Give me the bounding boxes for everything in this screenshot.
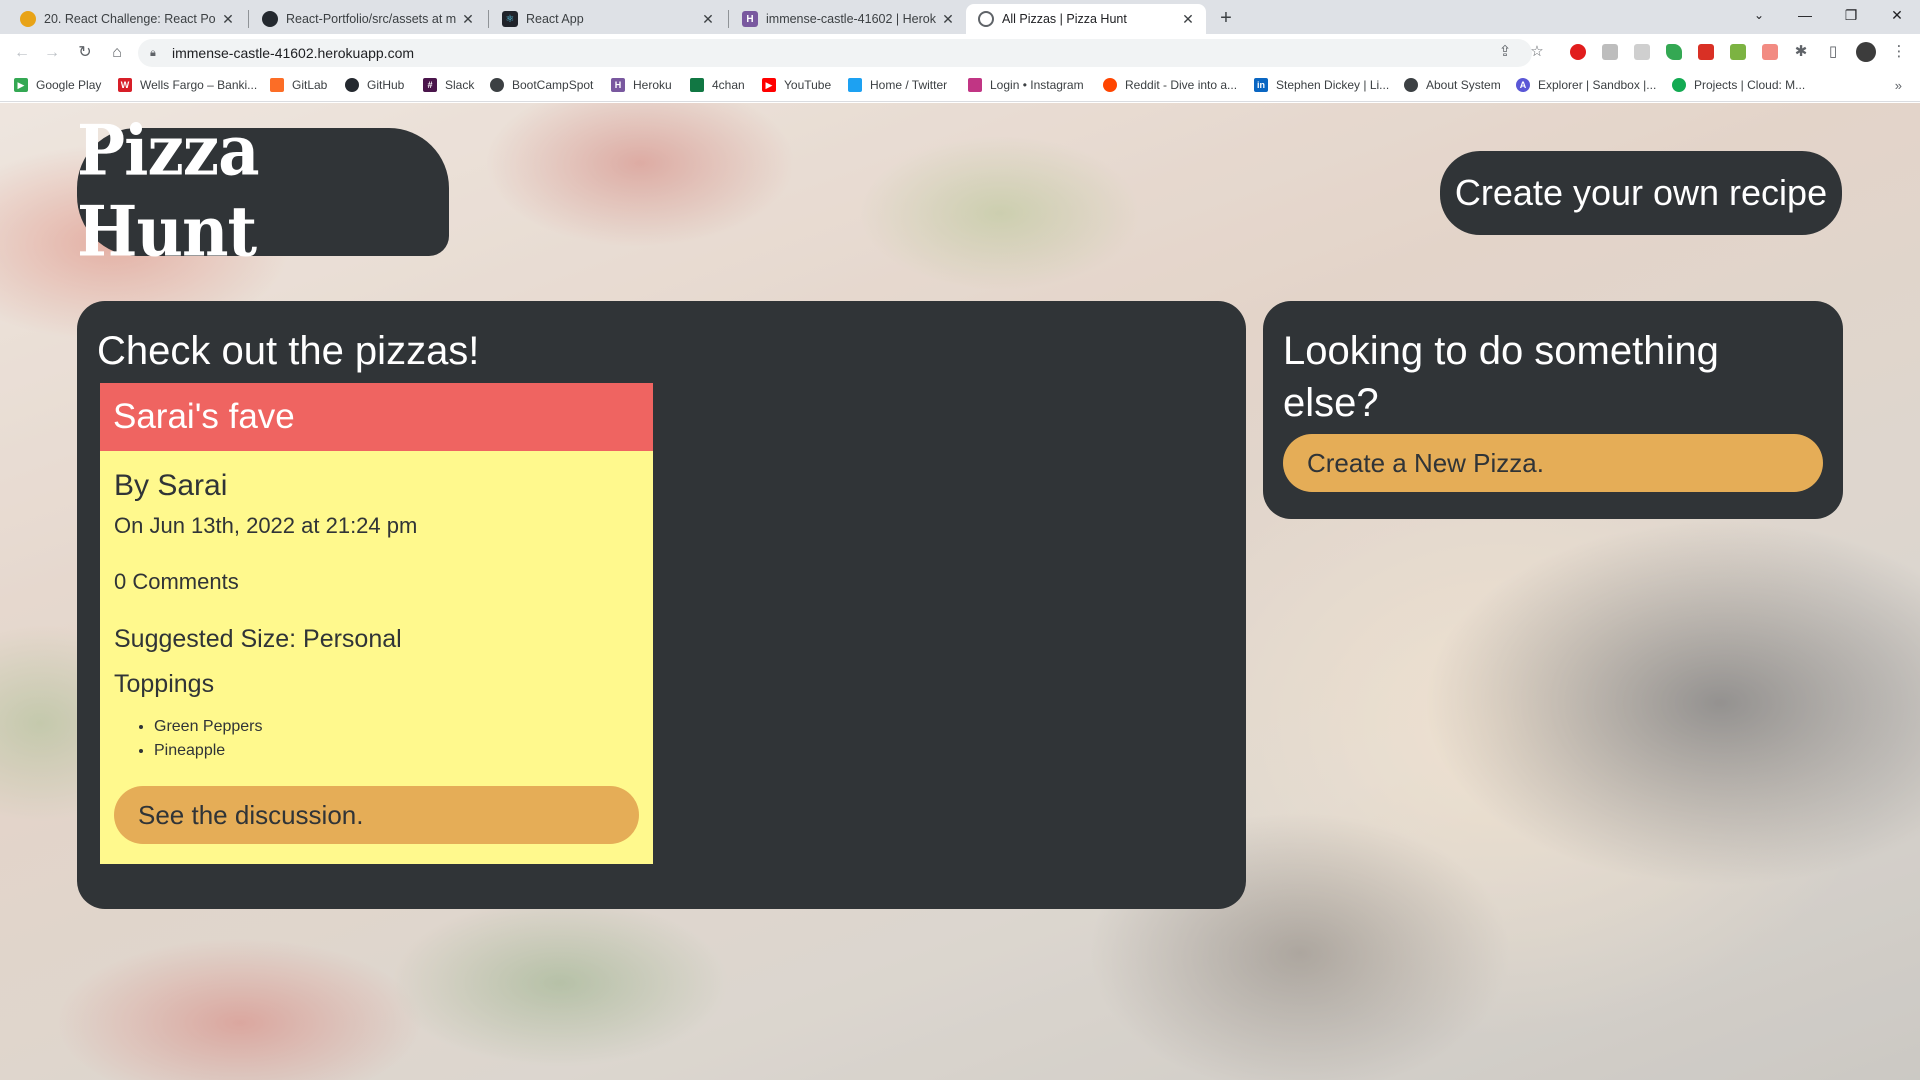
brand-logo[interactable]: Pizza Hunt: [77, 111, 449, 273]
address-bar[interactable]: 🔒︎ immense-castle-41602.herokuapp.com: [138, 39, 1532, 67]
globe-icon: [978, 11, 994, 27]
avatar[interactable]: [1856, 42, 1876, 62]
mongodb-icon: [1672, 78, 1686, 92]
side-panel-icon[interactable]: ▯: [1822, 41, 1844, 63]
topping-item: Green Peppers: [154, 715, 639, 739]
toppings-list: Green Peppers Pineapple: [114, 715, 639, 763]
youtube-icon: ▶: [762, 78, 776, 92]
globe-icon: [490, 78, 504, 92]
share-icon[interactable]: ⇪: [1494, 41, 1516, 63]
browser-tab[interactable]: H immense-castle-41602 | Heroku ✕: [730, 4, 966, 34]
bookmark-star-icon[interactable]: ☆: [1526, 41, 1548, 63]
pizza-list-panel: Check out the pizzas! Sarai's fave By Sa…: [77, 301, 1246, 909]
bookmark-item[interactable]: ▶ Google Play: [14, 78, 101, 92]
bookmark-item[interactable]: GitHub: [345, 78, 404, 92]
github-icon: [345, 78, 359, 92]
page-background: Pizza Hunt Create your own recipe Check …: [0, 103, 1920, 1080]
apollo-icon: A: [1516, 78, 1530, 92]
slack-icon: #: [423, 78, 437, 92]
heroku-icon: H: [742, 11, 758, 27]
forward-icon[interactable]: →: [40, 41, 64, 65]
linkedin-icon: in: [1254, 78, 1268, 92]
bookmark-item[interactable]: in Stephen Dickey | Li...: [1254, 78, 1389, 92]
pizza-name: Sarai's fave: [100, 383, 653, 451]
drive-icon[interactable]: [1666, 44, 1682, 60]
github-icon: [262, 11, 278, 27]
heroku-icon: H: [611, 78, 625, 92]
browser-toolbar: ← → ↻ ⌂ 🔒︎ immense-castle-41602.herokuap…: [0, 34, 1920, 72]
extension-icon[interactable]: [1730, 44, 1746, 60]
browser-tab[interactable]: ⚛ React App ✕: [490, 4, 726, 34]
close-tab-icon[interactable]: ✕: [700, 11, 716, 28]
react-icon: ⚛: [502, 11, 518, 27]
bookmark-item[interactable]: A Explorer | Sandbox |...: [1516, 78, 1656, 92]
tab-separator: [728, 10, 729, 28]
gitlab-icon: [270, 78, 284, 92]
comment-count: 0 Comments: [114, 569, 239, 594]
side-panel: Looking to do something else? Create a N…: [1263, 301, 1843, 519]
lock-icon: 🔒︎: [150, 46, 156, 59]
pizza-date: On Jun 13th, 2022 at 21:24 pm: [114, 513, 418, 538]
bookmark-item[interactable]: Home / Twitter: [848, 78, 947, 92]
close-window-button[interactable]: ✕: [1874, 0, 1920, 30]
bookmarks-bar: ▶ Google Play W Wells Fargo – Banki... Git…: [0, 72, 1920, 102]
bookmark-item[interactable]: # Slack: [423, 78, 474, 92]
extension-icon[interactable]: [1570, 44, 1586, 60]
close-tab-icon[interactable]: ✕: [1180, 11, 1196, 28]
bookmark-item[interactable]: Login • Instagram: [968, 78, 1084, 92]
bookmark-item[interactable]: H Heroku: [611, 78, 672, 92]
close-tab-icon[interactable]: ✕: [220, 11, 236, 28]
instagram-icon: [968, 78, 982, 92]
bookmark-item[interactable]: W Wells Fargo – Banki...: [118, 78, 257, 92]
close-tab-icon[interactable]: ✕: [940, 11, 956, 28]
bookmark-item[interactable]: Reddit - Dive into a...: [1103, 78, 1237, 92]
pizza-author: By Sarai: [114, 469, 228, 502]
browser-tab[interactable]: React-Portfolio/src/assets at mai ✕: [250, 4, 486, 34]
pizza-size: Suggested Size: Personal: [114, 625, 402, 653]
bookmark-item[interactable]: Projects | Cloud: M...: [1672, 78, 1805, 92]
more-bookmarks-icon[interactable]: »: [1895, 78, 1902, 93]
extension-icon[interactable]: [1762, 44, 1778, 60]
pizza-details: By Sarai On Jun 13th, 2022 at 21:24 pm 0…: [100, 469, 653, 763]
extension-icon[interactable]: [1602, 44, 1618, 60]
twitter-icon: [848, 78, 862, 92]
bookmark-item[interactable]: 4chan: [690, 78, 745, 92]
tab-separator: [488, 10, 489, 28]
minimize-button[interactable]: —: [1782, 0, 1828, 30]
globe-icon: [1404, 78, 1418, 92]
see-discussion-button[interactable]: See the discussion.: [114, 786, 639, 844]
home-icon[interactable]: ⌂: [105, 41, 129, 65]
fourchan-icon: [690, 78, 704, 92]
brand-title: Pizza Hunt: [77, 111, 260, 273]
extension-icon[interactable]: [1634, 44, 1650, 60]
create-pizza-button[interactable]: Create a New Pizza.: [1283, 434, 1823, 492]
close-tab-icon[interactable]: ✕: [460, 11, 476, 28]
reload-icon[interactable]: ↻: [73, 41, 97, 65]
wells-fargo-icon: W: [118, 78, 132, 92]
reddit-icon: [1103, 78, 1117, 92]
browser-tab[interactable]: 20. React Challenge: React Portfo ✕: [8, 4, 246, 34]
google-play-icon: ▶: [14, 78, 28, 92]
bookmark-item[interactable]: ▶ YouTube: [762, 78, 831, 92]
pizza-list-title: Check out the pizzas!: [97, 329, 480, 373]
pizza-card: Sarai's fave By Sarai On Jun 13th, 2022 …: [100, 383, 653, 864]
course-icon: [20, 11, 36, 27]
topping-item: Pineapple: [154, 739, 639, 763]
browser-tab-active[interactable]: All Pizzas | Pizza Hunt ✕: [966, 4, 1206, 34]
menu-icon[interactable]: ⋮: [1888, 41, 1910, 63]
bookmark-item[interactable]: GitLab: [270, 78, 327, 92]
bookmark-item[interactable]: BootCampSpot: [490, 78, 593, 92]
restore-button[interactable]: ❐: [1828, 0, 1874, 30]
browser-tabstrip: 20. React Challenge: React Portfo ✕ Reac…: [0, 0, 1920, 34]
tab-separator: [248, 10, 249, 28]
create-recipe-link[interactable]: Create your own recipe: [1440, 151, 1842, 235]
new-tab-button[interactable]: +: [1214, 6, 1238, 30]
extension-icon[interactable]: [1698, 44, 1714, 60]
back-icon[interactable]: ←: [10, 41, 34, 65]
toppings-heading: Toppings: [114, 670, 215, 698]
bookmark-item[interactable]: About System: [1404, 78, 1501, 92]
extensions-puzzle-icon[interactable]: ✱: [1790, 41, 1812, 63]
side-panel-title: Looking to do something else?: [1283, 329, 1719, 425]
tab-search-icon[interactable]: ⌄: [1736, 0, 1782, 30]
